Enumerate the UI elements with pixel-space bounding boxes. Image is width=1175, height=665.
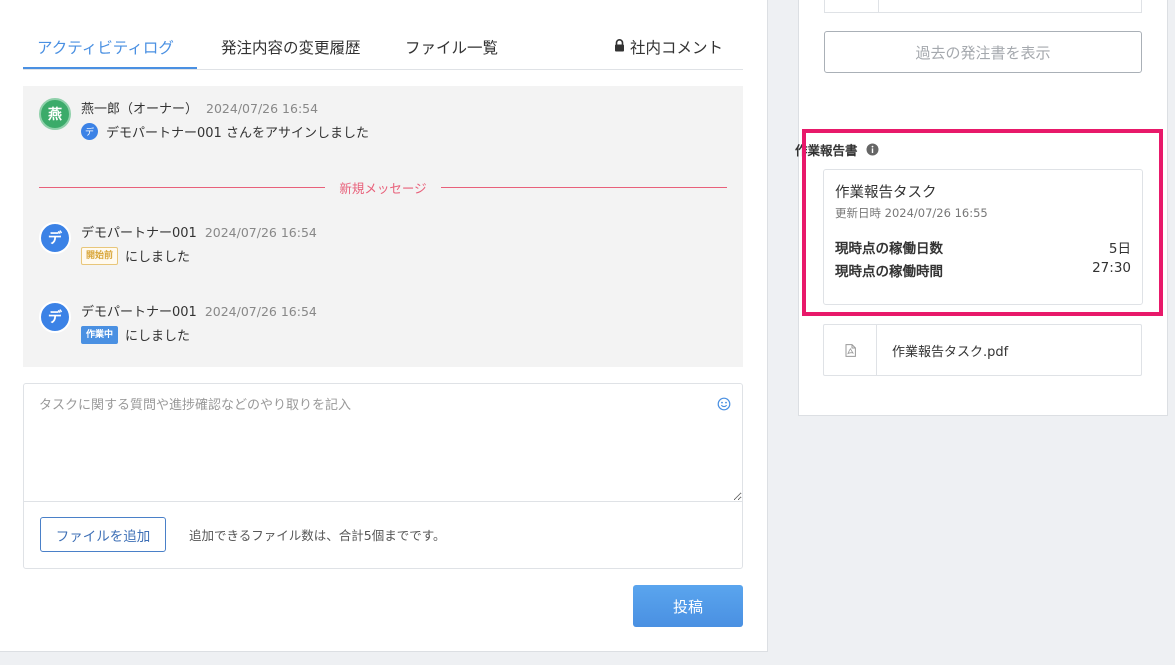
emoji-icon[interactable]	[717, 397, 731, 411]
entry-text: デモパートナー001 さんをアサインしました	[106, 126, 369, 141]
file-limit-note: 追加できるファイル数は、合計5個までです。	[189, 528, 446, 543]
timestamp: 2024/07/26 16:54	[206, 101, 319, 116]
activity-log: 燕 燕一郎（オーナー） 2024/07/26 16:54 デ デモパートナー001…	[23, 86, 743, 367]
avatar: デ	[39, 301, 71, 333]
file-name: 作業報告タスク.pdf	[892, 345, 1009, 360]
tab-activity-log[interactable]: アクティビティログ	[23, 36, 197, 69]
entry-body: 開始前 にしました	[81, 246, 190, 265]
pdf-file-icon	[845, 343, 856, 357]
avatar: 燕	[39, 98, 71, 130]
message-composer: ファイルを追加 追加できるファイル数は、合計5個までです。	[23, 383, 743, 569]
timestamp: 2024/07/26 16:54	[204, 304, 317, 319]
log-entry: デ デモパートナー001 2024/07/26 16:54 作業中 にしました	[39, 301, 719, 344]
entry-text: にしました	[125, 329, 191, 344]
entry-body: デ デモパートナー001 さんをアサインしました	[81, 122, 369, 141]
side-top-row	[824, 0, 1142, 13]
log-entry: デ デモパートナー001 2024/07/26 16:54 開始前 にしました	[39, 222, 719, 265]
timestamp: 2024/07/26 16:54	[204, 225, 317, 240]
mini-avatar: デ	[81, 123, 98, 140]
status-badge: 開始前	[81, 246, 119, 265]
entry-header: デモパートナー001 2024/07/26 16:54	[81, 222, 317, 241]
activity-panel: アクティビティログ 発注内容の変更履歴 ファイル一覧 社内コメント 燕 燕一郎（…	[0, 0, 768, 652]
message-input[interactable]	[24, 384, 742, 502]
entry-header: 燕一郎（オーナー） 2024/07/26 16:54	[81, 98, 318, 117]
highlight-frame	[802, 129, 1163, 316]
status-badge: 作業中	[81, 325, 119, 344]
author-name: デモパートナー001	[81, 226, 197, 241]
past-orders-button[interactable]: 過去の発注書を表示	[824, 31, 1142, 73]
add-file-button[interactable]: ファイルを追加	[40, 517, 166, 552]
tab-internal-comment-label: 社内コメント	[629, 39, 723, 57]
avatar: デ	[39, 222, 71, 254]
divider	[878, 0, 879, 12]
lock-icon	[614, 39, 624, 52]
tab-bar: アクティビティログ 発注内容の変更履歴 ファイル一覧 社内コメント	[23, 30, 743, 70]
report-file-item[interactable]: 作業報告タスク.pdf	[823, 324, 1142, 376]
tab-internal-comment[interactable]: 社内コメント	[614, 36, 723, 69]
entry-header: デモパートナー001 2024/07/26 16:54	[81, 301, 317, 320]
author-name: 燕一郎（オーナー）	[81, 102, 199, 117]
entry-text: にしました	[125, 250, 191, 265]
author-name: デモパートナー001	[81, 305, 197, 320]
file-icon-cell	[824, 325, 877, 375]
post-button[interactable]: 投稿	[633, 585, 743, 627]
entry-body: 作業中 にしました	[81, 325, 190, 344]
log-entry: 燕 燕一郎（オーナー） 2024/07/26 16:54 デ デモパートナー001…	[39, 98, 719, 141]
tab-order-change-history[interactable]: 発注内容の変更履歴	[221, 36, 361, 69]
new-message-divider: 新規メッセージ	[39, 178, 727, 196]
divider-line-right	[441, 187, 727, 188]
tab-file-list[interactable]: ファイル一覧	[405, 36, 498, 69]
